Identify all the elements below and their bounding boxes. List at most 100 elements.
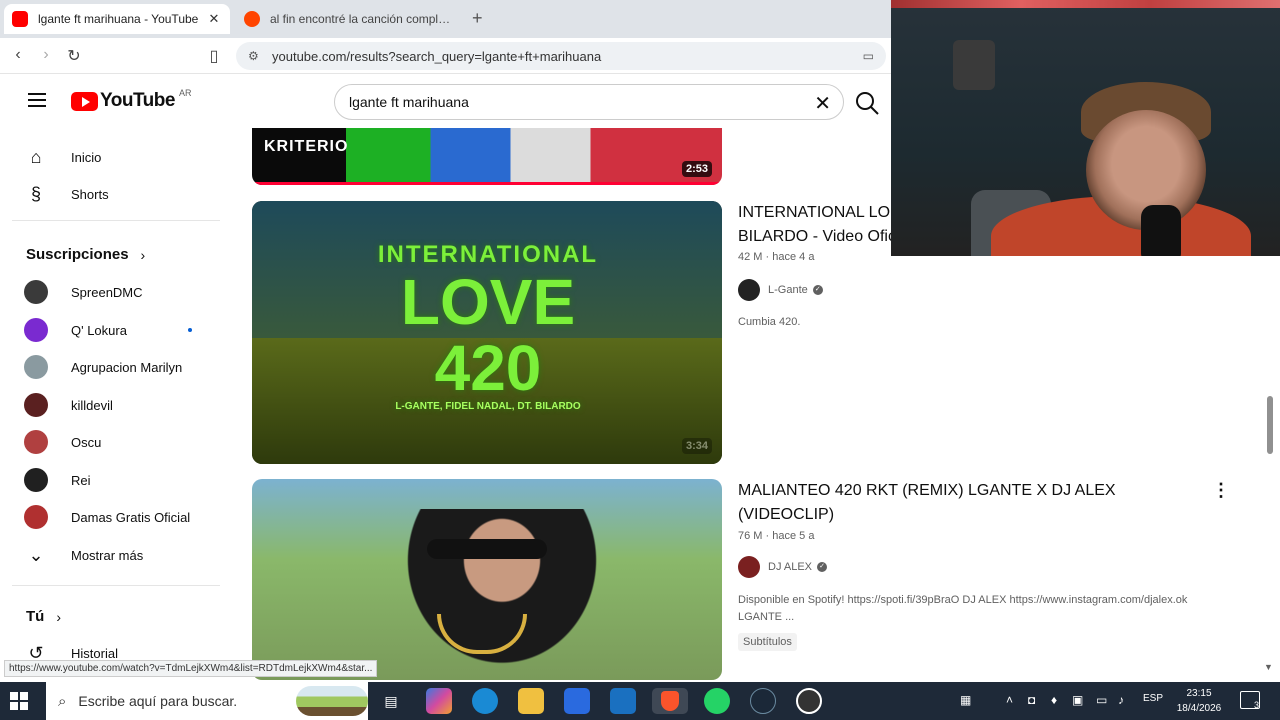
copilot-icon[interactable] <box>426 688 452 714</box>
chevron-down-icon: ⌄ <box>28 544 44 565</box>
tray-app-icon[interactable]: ▣ <box>1072 693 1083 707</box>
search-icon[interactable] <box>852 88 882 118</box>
sidebar-item-label: Damas Gratis Oficial <box>71 509 191 525</box>
url-text: youtube.com/results?search_query=lgante+… <box>272 48 602 64</box>
subscriptions-header-label: Suscripciones <box>26 246 129 263</box>
brave-icon[interactable] <box>652 688 688 714</box>
reload-icon[interactable]: ↻ <box>64 46 84 66</box>
date: 18/4/2026 <box>1176 703 1222 714</box>
avatar <box>24 355 48 379</box>
site-settings-icon[interactable]: ⚙ <box>248 49 262 63</box>
sidebar-item-label: Historial <box>71 645 118 661</box>
avatar <box>24 318 48 342</box>
video-title-line: MALIANTEO 420 RKT (REMIX) LGANTE X DJ AL… <box>738 482 1116 499</box>
scrollbar-thumb[interactable] <box>1267 396 1273 454</box>
clear-search-icon[interactable]: ✕ <box>814 91 831 116</box>
clock[interactable]: 23:15 18/4/2026 <box>1172 686 1226 716</box>
tab-reddit[interactable]: al fin encontré la canción completa : <box>236 4 464 34</box>
youtube-logo[interactable]: YouTube AR <box>71 88 191 112</box>
sidebar-item-subscription[interactable]: killdevil <box>24 390 204 420</box>
watch-progress-bar <box>252 182 722 185</box>
url-bar[interactable]: ⚙ youtube.com/results?search_query=lgant… <box>236 42 886 70</box>
time: 23:15 <box>1186 688 1212 699</box>
microsoft-store-icon[interactable] <box>564 688 590 714</box>
task-view-icon[interactable]: ▤ <box>378 688 404 714</box>
tab-title: al fin encontré la canción completa : <box>270 12 456 26</box>
back-icon[interactable]: ‹ <box>8 46 28 64</box>
avatar <box>24 430 48 454</box>
forward-icon[interactable]: › <box>36 46 56 64</box>
windows-start-icon[interactable] <box>10 692 28 710</box>
video-title[interactable]: INTERNATIONAL LO BILARDO - Video Ofic <box>738 201 896 249</box>
sidebar-item-home[interactable]: ⌂ Inicio <box>24 142 204 172</box>
cast-icon[interactable]: ▭ <box>863 49 874 63</box>
home-icon: ⌂ <box>30 146 42 167</box>
avatar <box>24 393 48 417</box>
outlook-icon[interactable] <box>610 688 636 714</box>
taskbar-search-placeholder: Escribe aquí para buscar. <box>78 693 238 709</box>
avatar <box>24 468 48 492</box>
avatar <box>738 279 760 301</box>
search-highlight-image <box>296 686 368 716</box>
sidebar-item-show-more[interactable]: ⌄ Mostrar más <box>24 540 204 570</box>
volume-icon[interactable]: ♪ <box>1118 693 1124 707</box>
close-tab-icon[interactable]: ✕ <box>206 11 222 27</box>
you-header[interactable]: Tú › <box>26 608 61 625</box>
microphone-icon[interactable]: ♦ <box>1051 693 1057 707</box>
sidebar-item-label: killdevil <box>71 397 113 413</box>
thumbnail-text: INTERNATIONAL <box>377 241 599 268</box>
language-indicator[interactable]: ESP <box>1143 693 1163 704</box>
obs-icon[interactable] <box>796 688 822 714</box>
sidebar-item-label: Rei <box>71 472 91 488</box>
video-title-line: INTERNATIONAL LO <box>738 204 891 221</box>
reddit-icon <box>244 11 260 27</box>
video-title-line: (VIDEOCLIP) <box>738 506 835 523</box>
scroll-down-arrow-icon[interactable]: ▼ <box>1264 662 1273 672</box>
channel-link[interactable]: L-Gante ✓ <box>738 279 823 301</box>
menu-icon[interactable] <box>28 93 46 107</box>
new-content-dot <box>188 328 192 332</box>
divider <box>12 585 220 586</box>
search-input[interactable]: lgante ft marihuana ✕ <box>334 84 844 120</box>
video-thumbnail[interactable] <box>252 479 722 680</box>
whatsapp-icon[interactable] <box>704 688 730 714</box>
sidebar-item-label: Shorts <box>71 186 109 202</box>
sidebar-item-subscription[interactable]: Oscu <box>24 427 204 457</box>
subtitles-badge: Subtítulos <box>738 633 797 651</box>
subscriptions-header[interactable]: Suscripciones › <box>26 246 145 263</box>
notifications-icon[interactable]: 3 <box>1240 691 1260 710</box>
sidebar-item-subscription[interactable]: Rei <box>24 465 204 495</box>
notification-count: 3 <box>1253 700 1259 710</box>
steam-icon[interactable] <box>750 688 776 714</box>
video-meta: 76 M · hace 5 a <box>738 530 815 542</box>
file-explorer-icon[interactable] <box>518 688 544 714</box>
more-options-icon[interactable]: ⋮ <box>1212 480 1230 501</box>
thumbnail-person <box>392 509 612 680</box>
verified-icon: ✓ <box>817 562 828 572</box>
video-thumbnail[interactable]: INTERNATIONAL LOVE 420 L-GANTE, FIDEL NA… <box>252 201 722 464</box>
channel-link[interactable]: DJ ALEX ✓ <box>738 556 828 578</box>
search-icon: ⌕ <box>58 692 67 710</box>
tab-youtube[interactable]: lgante ft marihuana - YouTube ✕ <box>4 4 230 34</box>
sidebar-item-shorts[interactable]: § Shorts <box>24 179 204 209</box>
sidebar-item-subscription[interactable]: Q' Lokura <box>24 315 204 345</box>
description-line: LGANTE ... <box>738 611 795 623</box>
camera-tray-icon[interactable]: ◘ <box>1028 693 1035 707</box>
status-url: https://www.youtube.com/watch?v=TdmLejkX… <box>4 660 378 677</box>
video-thumbnail[interactable]: KRITERIO 2:53 <box>252 128 722 185</box>
video-title[interactable]: MALIANTEO 420 RKT (REMIX) LGANTE X DJ AL… <box>738 479 1116 527</box>
video-description: Cumbia 420. <box>738 316 801 328</box>
new-tab-button[interactable]: + <box>472 8 483 29</box>
news-icon[interactable]: ▦ <box>960 693 971 707</box>
taskbar-search-input[interactable]: ⌕ Escribe aquí para buscar. <box>46 682 368 720</box>
chevron-right-icon: › <box>56 608 61 625</box>
network-icon[interactable]: ▭ <box>1096 693 1107 707</box>
edge-icon[interactable] <box>472 688 498 714</box>
sidebar-item-subscription[interactable]: Damas Gratis Oficial <box>24 502 204 532</box>
sidebar-item-subscription[interactable]: Agrupacion Marilyn <box>24 352 204 382</box>
search-query: lgante ft marihuana <box>349 94 469 110</box>
thumbnail-text: LOVE <box>400 266 576 338</box>
bookmark-icon[interactable]: ▯ <box>204 46 224 66</box>
show-hidden-icons-icon[interactable]: ˄ <box>1006 693 1013 707</box>
sidebar-item-subscription[interactable]: SpreenDMC <box>24 277 204 307</box>
